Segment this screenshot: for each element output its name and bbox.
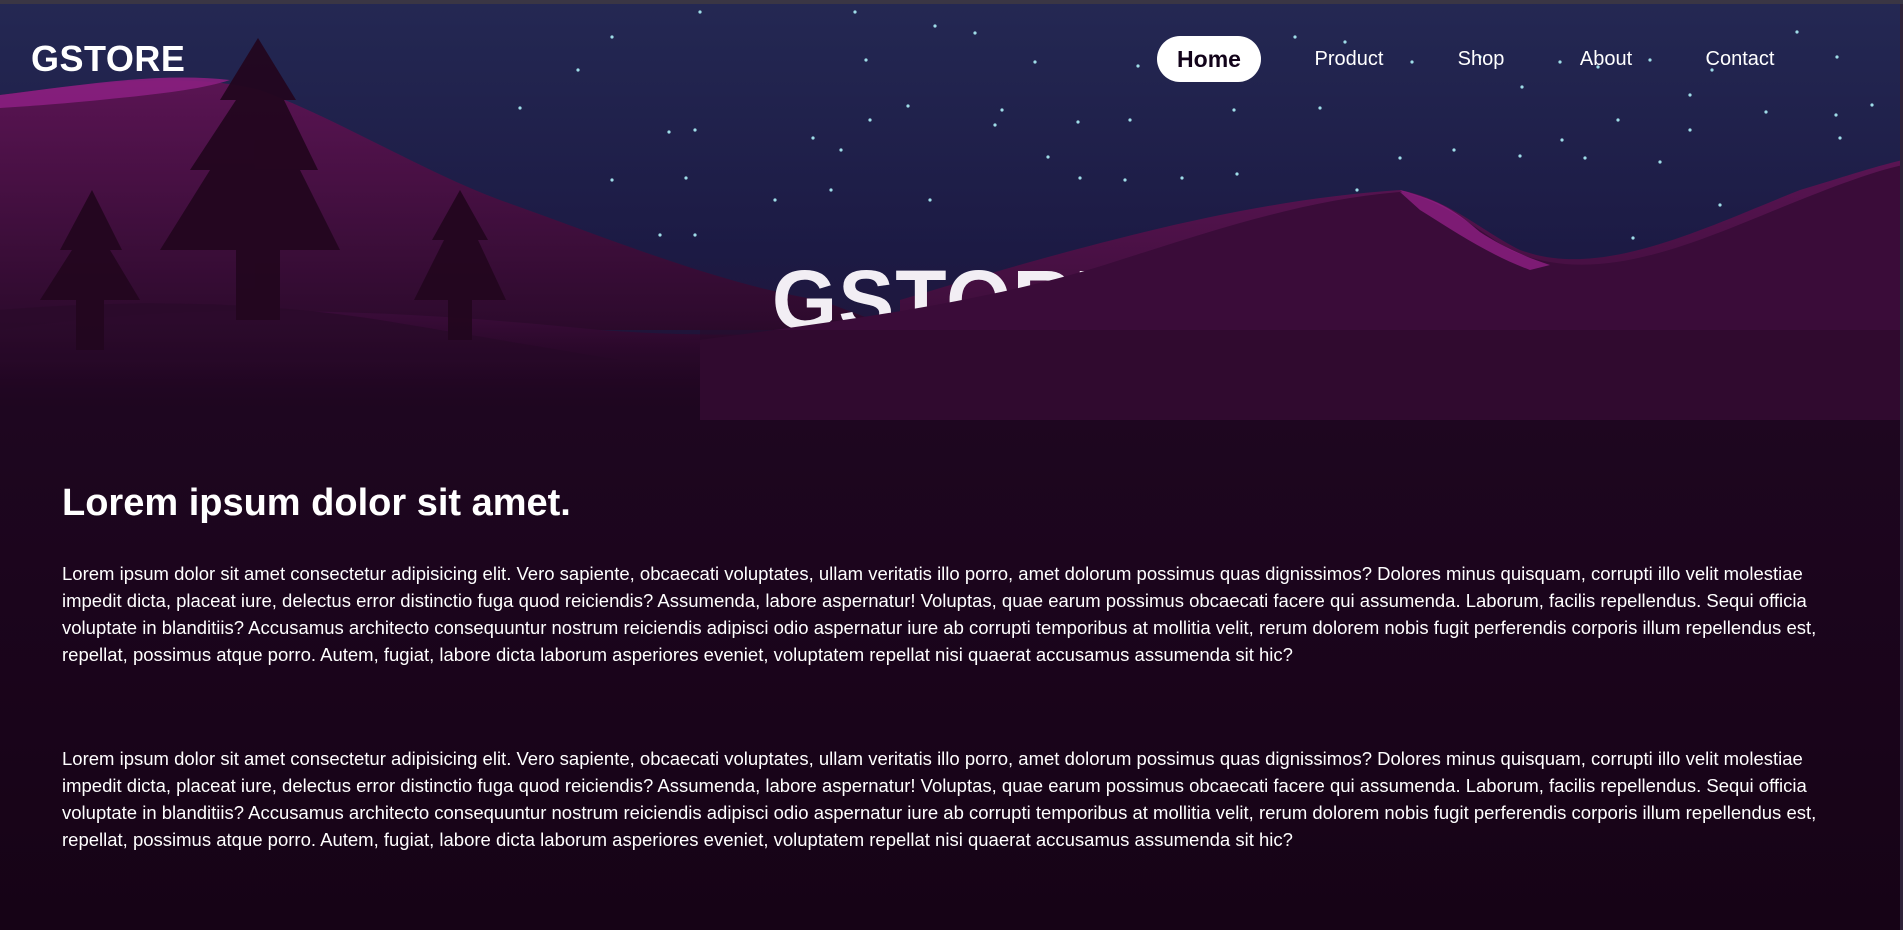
window-top-edge xyxy=(0,0,1903,4)
hero-title: GSTORE xyxy=(771,253,1132,347)
content-paragraph: Lorem ipsum dolor sit amet consectetur a… xyxy=(62,748,1817,850)
brand-logo[interactable]: GSTORE xyxy=(31,38,185,80)
nav-item-about[interactable]: About xyxy=(1578,36,1634,82)
nav-item-contact[interactable]: Contact xyxy=(1705,36,1775,82)
nav-item-shop[interactable]: Shop xyxy=(1457,36,1505,82)
page: GSTORE Home Product Shop About Contact G… xyxy=(0,0,1903,930)
main-nav: Home Product Shop About Contact xyxy=(1157,36,1775,82)
nav-item-product[interactable]: Product xyxy=(1314,36,1384,82)
main-content: Lorem ipsum dolor sit amet. Lorem ipsum … xyxy=(62,478,1842,853)
nav-item-home[interactable]: Home xyxy=(1157,36,1261,82)
content-heading: Lorem ipsum dolor sit amet. xyxy=(62,482,571,524)
content-paragraph: Lorem ipsum dolor sit amet consectetur a… xyxy=(62,563,1817,665)
